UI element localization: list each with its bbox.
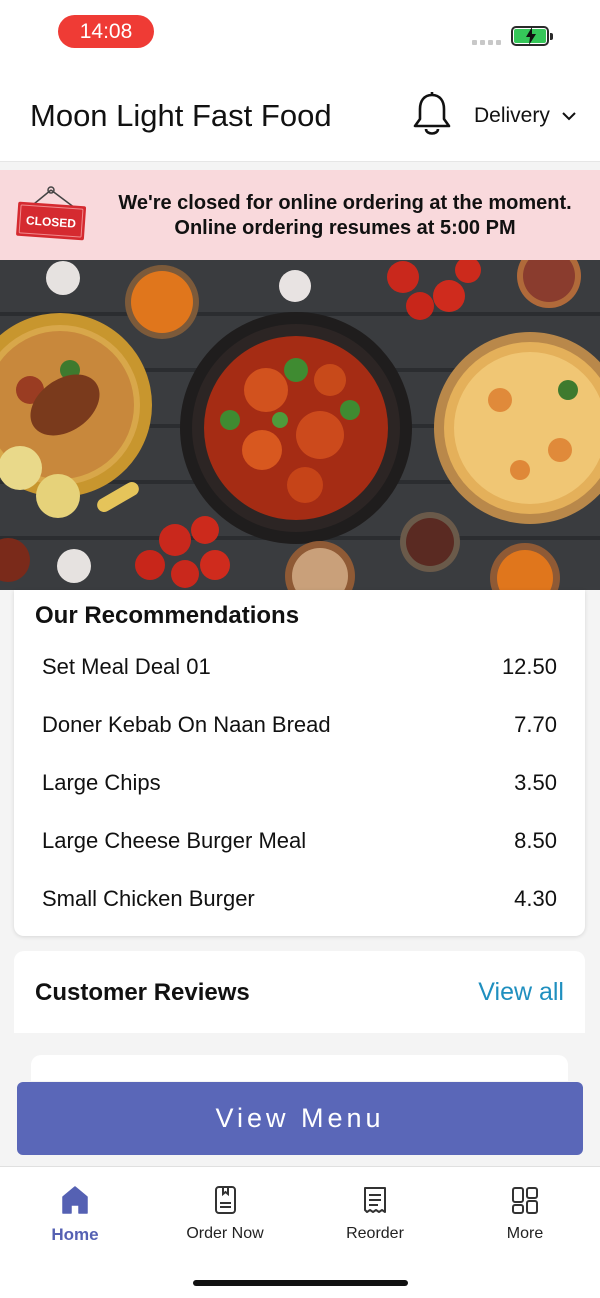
bell-icon[interactable]: [411, 91, 453, 139]
reviews-title: Customer Reviews: [35, 979, 250, 1006]
recommendation-item[interactable]: Small Chicken Burger 4.30: [42, 886, 557, 912]
status-time: 14:08: [58, 15, 154, 48]
item-name: Large Chips: [42, 770, 161, 795]
nav-home[interactable]: Home: [15, 1185, 135, 1245]
order-mode-label: Delivery: [474, 104, 550, 127]
order-mode-selector[interactable]: Delivery: [474, 104, 576, 128]
home-icon: [62, 1186, 88, 1214]
item-price: 3.50: [514, 770, 557, 795]
nav-label: Home: [51, 1225, 99, 1244]
recommendations-title: Our Recommendations: [35, 602, 300, 629]
chevron-down-icon: [562, 112, 576, 121]
nav-label: Reorder: [346, 1225, 404, 1242]
nav-label: Order Now: [186, 1225, 264, 1242]
nav-label: More: [506, 1225, 544, 1242]
app-header: Moon Light Fast Food Delivery: [0, 64, 600, 162]
home-indicator[interactable]: [193, 1280, 408, 1286]
item-price: 12.50: [501, 654, 557, 679]
bottom-nav: Home Order Now Reorder More: [0, 1166, 600, 1298]
receipt-icon: [364, 1187, 386, 1213]
recommendation-item[interactable]: Large Chips 3.50: [42, 770, 557, 796]
review-card[interactable]: [31, 1055, 568, 1081]
item-price: 7.70: [514, 712, 557, 737]
recommendation-item[interactable]: Set Meal Deal 01 12.50: [42, 654, 557, 680]
nav-order-now[interactable]: Order Now: [165, 1185, 285, 1243]
recommendation-item[interactable]: Doner Kebab On Naan Bread 7.70: [42, 712, 557, 738]
view-all-reviews-link[interactable]: View all: [478, 978, 564, 1007]
signal-icon: [472, 40, 501, 45]
item-name: Doner Kebab On Naan Bread: [42, 712, 331, 737]
reopen-message: Online ordering resumes at 5:00 PM: [174, 217, 516, 239]
recommendations-card: Our Recommendations Set Meal Deal 01 12.…: [14, 590, 585, 936]
hero-food-image: [0, 260, 600, 590]
item-name: Set Meal Deal 01: [42, 654, 211, 679]
order-now-icon: [215, 1186, 236, 1214]
nav-reorder[interactable]: Reorder: [315, 1185, 435, 1243]
recommendation-item[interactable]: Large Cheese Burger Meal 8.50: [42, 828, 557, 854]
view-menu-button[interactable]: View Menu: [17, 1082, 583, 1155]
nav-more[interactable]: More: [465, 1185, 585, 1243]
closed-message: We're closed for online ordering at the …: [118, 192, 572, 214]
closed-sign-icon: CLOSED: [16, 186, 87, 241]
closed-banner: CLOSED We're closed for online ordering …: [0, 170, 600, 260]
reviews-list: [14, 1033, 585, 1081]
battery-icon: [511, 26, 553, 46]
grid-icon: [512, 1187, 538, 1214]
item-name: Small Chicken Burger: [42, 886, 255, 911]
item-price: 4.30: [514, 886, 557, 911]
item-price: 8.50: [514, 828, 557, 853]
customer-reviews-card: Customer Reviews View all: [14, 951, 585, 1081]
store-name: Moon Light Fast Food: [30, 98, 332, 133]
item-name: Large Cheese Burger Meal: [42, 828, 307, 853]
status-bar: 14:08: [0, 0, 600, 64]
